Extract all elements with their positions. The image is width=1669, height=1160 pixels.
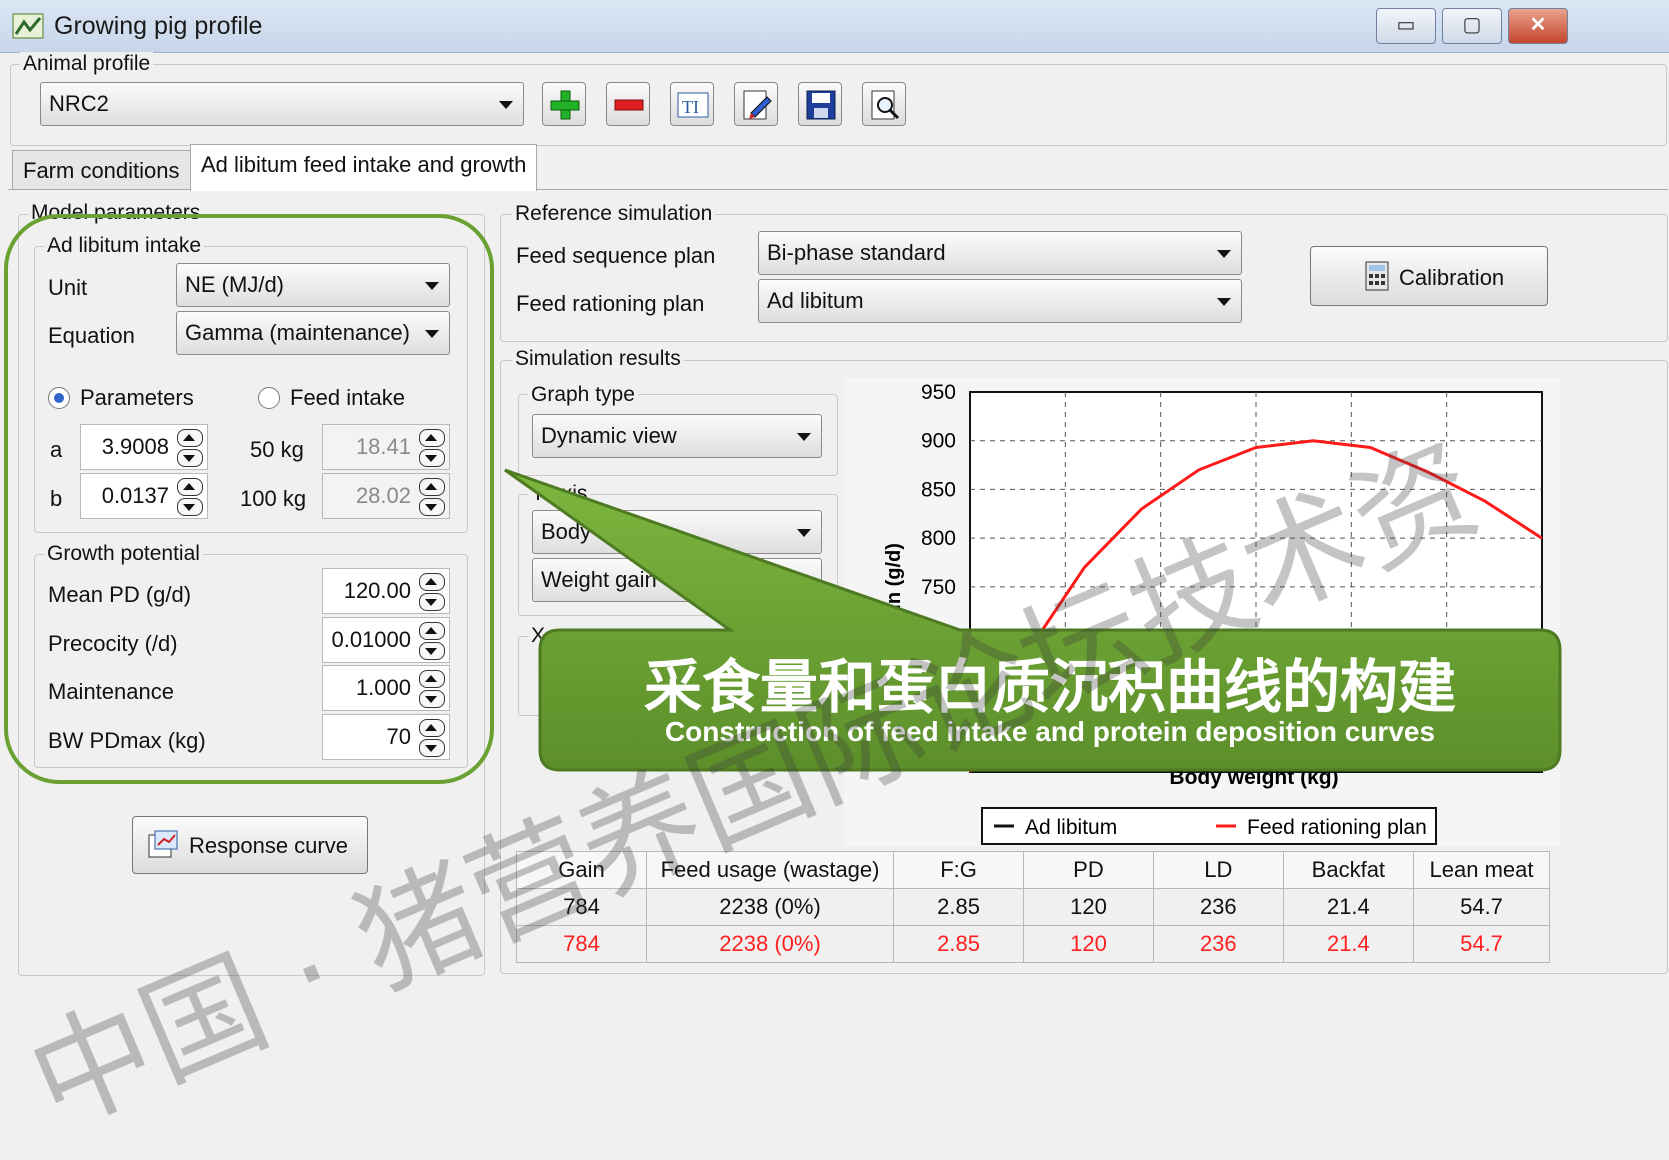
tab-ad-libitum[interactable]: Ad libitum feed intake and growth xyxy=(190,144,538,191)
callout-title: 采食量和蛋白质沉积曲线的构建 xyxy=(643,653,1456,721)
callout-subtitle: Construction of feed intake and protein … xyxy=(664,716,1436,747)
